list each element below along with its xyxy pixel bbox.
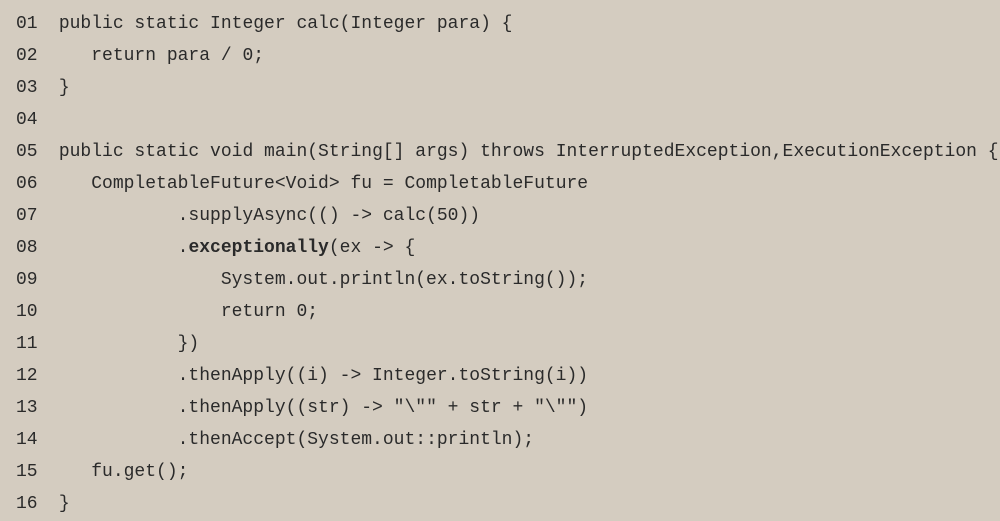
line-number: 16 [16, 488, 48, 520]
code-line: 14 .thenAccept(System.out::println); [16, 424, 984, 456]
code-text: .supplyAsync(() -> calc(50)) [178, 206, 480, 226]
code-line: 11 }) [16, 328, 984, 360]
code-text: return 0; [221, 302, 318, 322]
line-number: 01 [16, 8, 48, 40]
code-text: public static Integer calc(Integer para)… [59, 14, 513, 34]
code-line: 16 } [16, 488, 984, 520]
line-number: 08 [16, 232, 48, 264]
line-number: 06 [16, 168, 48, 200]
code-text: public static void main(String[] args) t… [59, 142, 999, 162]
code-line: 02 return para / 0; [16, 40, 984, 72]
code-line: 10 return 0; [16, 296, 984, 328]
code-text: .thenApply((str) -> "\"" + str + "\"") [178, 398, 588, 418]
code-line: 06 CompletableFuture<Void> fu = Completa… [16, 168, 984, 200]
code-text: . [178, 238, 189, 258]
line-number: 12 [16, 360, 48, 392]
code-line: 07 .supplyAsync(() -> calc(50)) [16, 200, 984, 232]
code-line: 12 .thenApply((i) -> Integer.toString(i)… [16, 360, 984, 392]
code-text: CompletableFuture<Void> fu = Completable… [91, 174, 588, 194]
code-text: System.out.println(ex.toString()); [221, 270, 588, 290]
line-number: 13 [16, 392, 48, 424]
line-number: 04 [16, 104, 48, 136]
code-text: return para / 0; [91, 46, 264, 66]
line-number: 05 [16, 136, 48, 168]
line-number: 14 [16, 424, 48, 456]
code-text: } [59, 494, 70, 514]
code-line: 01 public static Integer calc(Integer pa… [16, 8, 984, 40]
line-number: 02 [16, 40, 48, 72]
code-text: (ex -> { [329, 238, 415, 258]
code-text: .thenApply((i) -> Integer.toString(i)) [178, 366, 588, 386]
line-number: 15 [16, 456, 48, 488]
code-line: 13 .thenApply((str) -> "\"" + str + "\""… [16, 392, 984, 424]
code-text: .thenAccept(System.out::println); [178, 430, 534, 450]
code-line: 04 [16, 104, 984, 136]
code-text: fu.get(); [91, 462, 188, 482]
line-number: 11 [16, 328, 48, 360]
code-line: 08 .exceptionally(ex -> { [16, 232, 984, 264]
code-line: 03 } [16, 72, 984, 104]
line-number: 09 [16, 264, 48, 296]
code-line: 05 public static void main(String[] args… [16, 136, 984, 168]
code-line: 09 System.out.println(ex.toString()); [16, 264, 984, 296]
line-number: 03 [16, 72, 48, 104]
line-number: 10 [16, 296, 48, 328]
code-block: 01 public static Integer calc(Integer pa… [16, 8, 984, 520]
code-line: 15 fu.get(); [16, 456, 984, 488]
code-text: exceptionally [188, 238, 328, 258]
line-number: 07 [16, 200, 48, 232]
code-text: } [59, 78, 70, 98]
code-text: }) [178, 334, 200, 354]
